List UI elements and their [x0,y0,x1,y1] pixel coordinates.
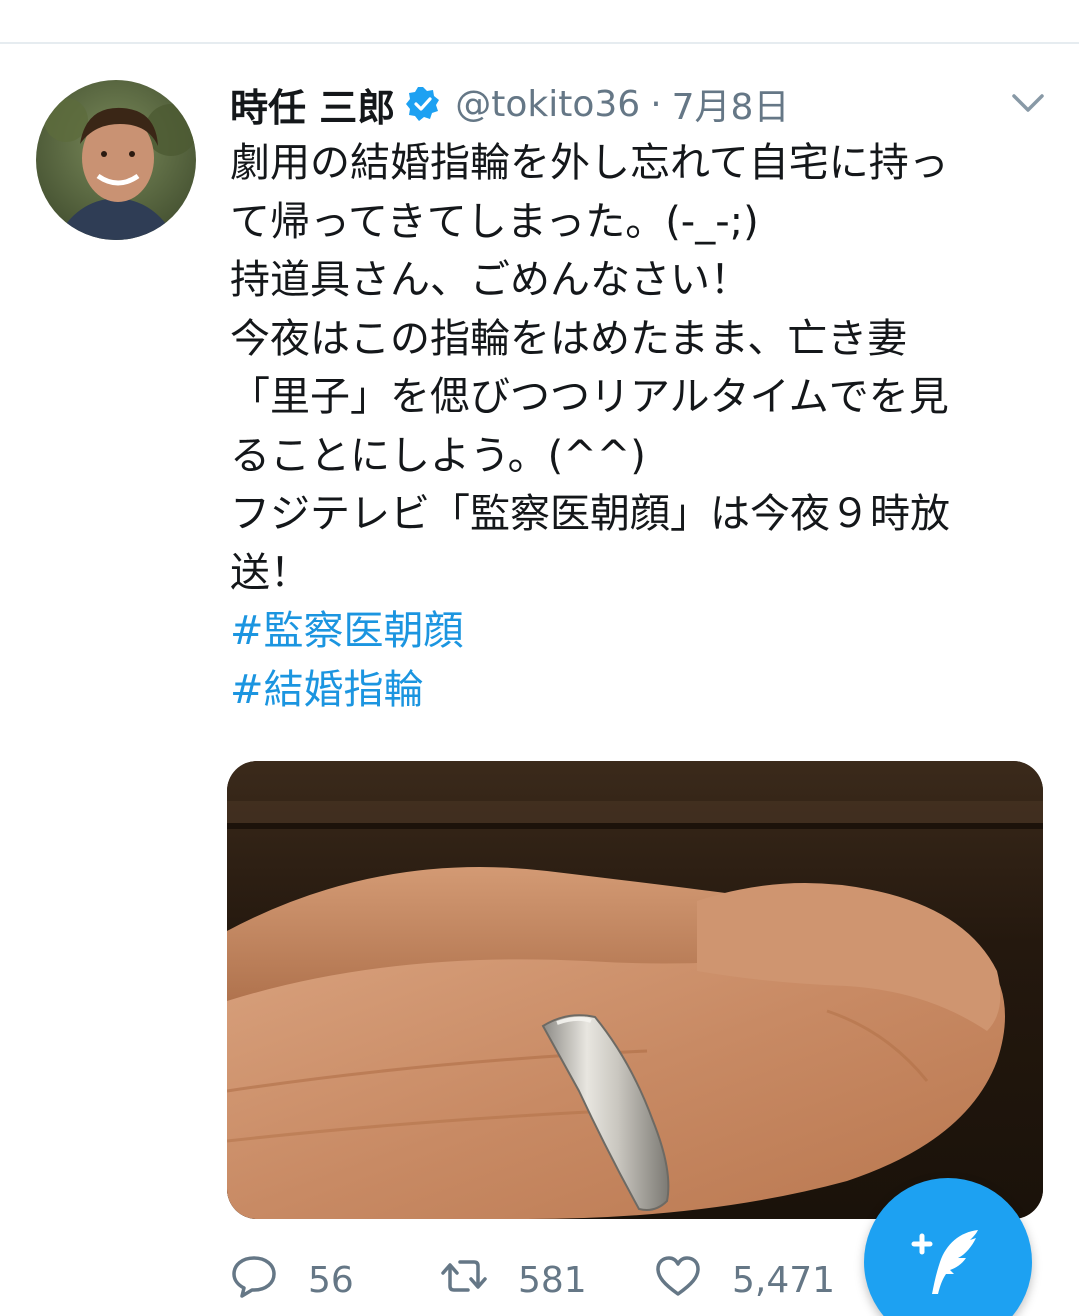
tweet-text-line: 今夜はこの指輪をはめたまま、亡き妻 [230,315,908,362]
tweet-text-line: フジテレビ「監察医朝顔」は今夜９時放 [230,491,950,537]
previous-tweet-edge [0,0,1079,44]
tweet-date[interactable]: 7月8日 [672,78,790,130]
tweet-text-line: て帰ってきてしまった。(-_-;) [230,198,759,245]
tweet-text-line: 「里子」を偲びつつリアルタイムでを見 [230,374,949,420]
heart-icon [654,1252,702,1309]
reply-icon [230,1252,278,1309]
tweet-text-line: 劇用の結婚指輪を外し忘れて自宅に持っ [230,140,949,186]
tweet-text-line: ることにしよう。(^^) [230,432,646,479]
reply-count: 56 [308,1259,354,1301]
tweet-header: 時任 三郎 @tokito36 · 7月8日 [230,76,789,132]
like-count: 5,471 [732,1259,836,1301]
retweet-count: 581 [518,1259,587,1301]
ring-on-finger-photo [227,761,1043,1219]
separator-dot: · [650,83,662,125]
hashtag-link[interactable]: #結婚指輪 [230,661,1050,720]
retweet-icon [440,1252,488,1309]
tweet-text-line: 持道具さん、ごめんなさい！ [230,257,750,303]
retweet-button[interactable]: 581 [440,1252,654,1309]
verified-badge-icon [405,86,441,122]
tweet-text: 劇用の結婚指輪を外し忘れて自宅に持っ て帰ってきてしまった。(-_-;) 持道具… [230,134,1050,719]
tweet-detail-screen: 時任 三郎 @tokito36 · 7月8日 劇用の結婚指輪を外し忘れて自宅に持… [0,0,1079,1316]
avatar-photo [36,80,196,240]
reply-button[interactable]: 56 [230,1252,440,1309]
tweet-media-photo[interactable] [227,761,1043,1219]
tweet-actions-bar: 56 581 5,471 [230,1250,835,1310]
tweet-text-line: 送！ [230,549,310,596]
hashtag-link[interactable]: #監察医朝顔 [230,602,1050,661]
like-button[interactable]: 5,471 [654,1252,835,1309]
compose-tweet-icon [911,1230,978,1294]
avatar[interactable] [36,80,196,240]
chevron-down-icon[interactable] [1008,88,1048,118]
user-handle[interactable]: @tokito36 [455,84,640,125]
display-name[interactable]: 時任 三郎 [230,77,395,132]
